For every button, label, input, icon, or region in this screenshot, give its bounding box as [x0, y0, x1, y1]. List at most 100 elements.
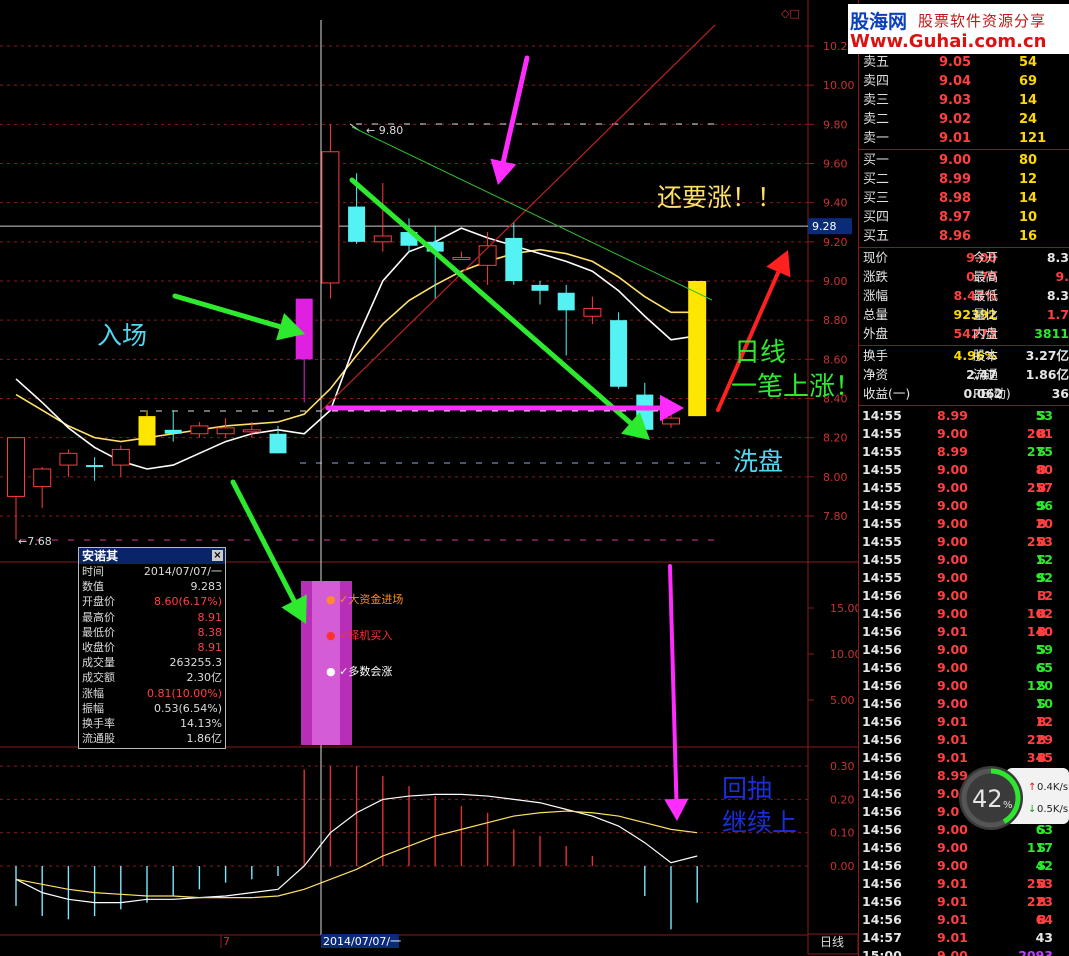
price-tick-label: 9.80 — [823, 118, 848, 131]
tick-row: 14:55 9.00 12 S — [859, 551, 1069, 569]
tick-row: 14:56 9.01 12 B — [859, 713, 1069, 731]
candle-body — [111, 448, 130, 466]
tick-price: 9.0 — [937, 786, 960, 801]
arrow-head — [664, 798, 689, 821]
stat-label: 涨幅 — [863, 288, 889, 303]
bid-row: 买五 8.96 16 — [859, 227, 1069, 246]
tick-side: S — [1037, 408, 1047, 423]
tick-time: 15:00 — [862, 948, 902, 956]
arrow-top — [490, 55, 530, 185]
tick-side: S — [1037, 498, 1047, 513]
tick-volume: 2093 — [1018, 948, 1053, 956]
stat-value: 1.7 — [1046, 307, 1069, 322]
stat-label: 最高 — [973, 269, 999, 284]
close-icon[interactable]: × — [212, 550, 223, 561]
tick-time: 14:56 — [862, 822, 902, 837]
bid-label: 买三 — [863, 191, 890, 206]
dot-icon: ● — [326, 629, 336, 642]
tick-time: 14:56 — [862, 894, 902, 909]
stat-label: 收益(一) — [863, 386, 911, 401]
signal-label-rise: ● ✓多数会涨 — [326, 665, 393, 678]
candle-body — [478, 245, 497, 266]
candle-body — [138, 416, 156, 446]
tick-price: 9.00 — [937, 858, 968, 873]
ask-volume: 54 — [1019, 55, 1038, 70]
tick-time: 14:57 — [862, 930, 902, 945]
stat-row: 收益(一) 0.062 PE(动) 36 — [859, 385, 1069, 403]
tick-price: 9.00 — [937, 534, 968, 549]
stat-label: 股本 — [973, 348, 999, 363]
stock-info-popup[interactable]: 安诺其 × 时间 2014/07/07/一 数值 9.283 开盘价 8.60(6.17%… — [78, 547, 226, 749]
popup-row: 换手率 14.13% — [79, 716, 225, 731]
tick-time: 14:56 — [862, 750, 902, 765]
tick-side: B — [1037, 462, 1047, 477]
stat-value: 1.86亿 — [1025, 367, 1069, 382]
tick-side: S — [1037, 858, 1047, 873]
popup-row-key: 涨幅 — [82, 686, 104, 700]
stat-label: 内盘 — [973, 326, 999, 341]
stat-label: 流通 — [973, 367, 999, 382]
price-tick-label: 7.80 — [823, 510, 848, 523]
gauge-unit: % — [1003, 800, 1013, 811]
tick-price: 9.00 — [937, 660, 968, 675]
tick-price: 9.01 — [937, 930, 968, 945]
popup-title-bar[interactable]: 安诺其 × — [79, 548, 225, 564]
tick-side: S — [1037, 444, 1047, 459]
tick-side: B — [1037, 480, 1047, 495]
tick-row: 14:56 9.01 229 B — [859, 731, 1069, 749]
tick-time: 14:55 — [862, 444, 902, 459]
arrow-entry — [172, 293, 305, 341]
stat-label: 量比 — [973, 307, 999, 322]
price-tick-label: 9.00 — [823, 275, 848, 288]
candle-body — [86, 465, 104, 468]
bid-row: 买三 8.98 14 — [859, 189, 1069, 208]
stat-label: 涨跌 — [863, 269, 889, 284]
tick-time: 14:56 — [862, 768, 902, 783]
candle-body — [557, 292, 575, 311]
stat-row: 总量 92392 量比 1.7 — [859, 306, 1069, 324]
popup-row: 成交量 263255.3 — [79, 655, 225, 670]
price-tick-label: 8.60 — [823, 353, 848, 366]
tick-time: 14:56 — [862, 678, 902, 693]
price-tick-label: 9.60 — [823, 157, 848, 170]
tick-row: 14:56 9.01 253 B — [859, 875, 1069, 893]
candle-body — [348, 206, 366, 242]
annotation-keep-rising: 还要涨！！ — [657, 183, 783, 212]
tick-side: S — [1037, 840, 1047, 855]
candle-body — [190, 425, 209, 435]
arrow-shaft — [172, 293, 283, 330]
popup-row-key: 数值 — [82, 580, 104, 594]
ask-label: 卖五 — [863, 55, 890, 70]
tick-price: 9.00 — [937, 426, 968, 441]
popup-row-value: 9.283 — [190, 580, 223, 594]
popup-row-value: 0.81(10.00%) — [146, 686, 222, 700]
tick-price: 8.99 — [937, 408, 968, 423]
tick-price: 9.01 — [937, 912, 968, 927]
popup-row-value: 8.60(6.17%) — [153, 595, 222, 609]
tick-price: 9.01 — [937, 624, 968, 639]
tick-side: B — [1037, 426, 1047, 441]
bid-volume: 14 — [1019, 191, 1038, 206]
period-label: 日线 — [820, 935, 844, 949]
tick-side: B — [1037, 534, 1047, 549]
tick-row: 14:56 9.00 10 S — [859, 695, 1069, 713]
low-price-label: ←7.68 — [18, 535, 52, 548]
popup-row-key: 流通股 — [82, 732, 115, 746]
bid-label: 买五 — [863, 229, 890, 244]
tick-time: 14:56 — [862, 786, 902, 801]
candle-body — [583, 307, 602, 317]
tick-price: 9.00 — [937, 642, 968, 657]
tick-price: 9.00 — [937, 516, 968, 531]
price-tick-label: 8.80 — [823, 314, 848, 327]
stat-row: 外盘 54273 内盘 3811 — [859, 325, 1069, 343]
tick-time: 14:56 — [862, 714, 902, 729]
popup-row: 成交额 2.30亿 — [79, 670, 225, 685]
bid-price: 8.97 — [939, 210, 972, 225]
tick-side: S — [1037, 552, 1047, 567]
tick-price: 9.00 — [937, 840, 968, 855]
popup-row: 最低价 8.38 — [79, 625, 225, 640]
tick-time: 14:56 — [862, 606, 902, 621]
tick-price: 8.99 — [937, 444, 968, 459]
popup-row: 振幅 0.53(6.54%) — [79, 701, 225, 716]
tick-time: 14:56 — [862, 624, 902, 639]
